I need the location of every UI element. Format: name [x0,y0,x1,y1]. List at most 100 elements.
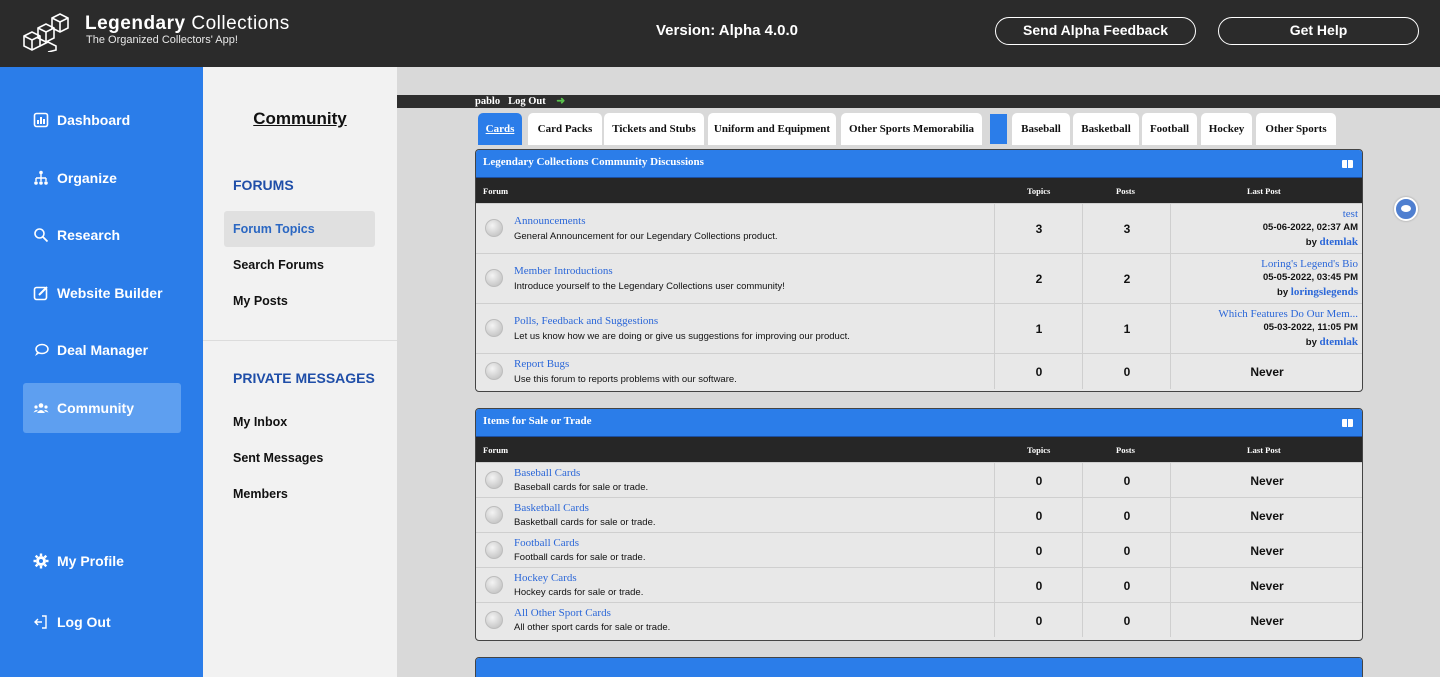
logout-link[interactable]: Log Out [23,597,181,647]
forum-status-icon [485,319,503,337]
topics-count: 3 [1035,222,1043,236]
forum-link[interactable]: Announcements [514,215,585,227]
forum-description: Introduce yourself to the Legendary Coll… [514,281,785,292]
user-bar: pablo Log Out ➜ [397,95,1440,108]
gear-icon [33,553,49,569]
tab-other-sports[interactable]: Other Sports [1256,113,1336,145]
forum-link[interactable]: All Other Sport Cards [514,607,611,619]
posts-count: 0 [1123,365,1131,379]
forum-row: Basketball Cards Basketball cards for sa… [476,497,1362,532]
last-post-title-link[interactable]: Loring's Legend's Bio [1261,257,1358,271]
topics-count: 0 [1035,614,1043,628]
private-messages-heading: PRIVATE MESSAGES [233,370,375,386]
forum-link[interactable]: Baseball Cards [514,467,580,479]
divider [203,340,397,341]
tab-cards[interactable]: Cards [478,113,522,145]
forum-description: All other sport cards for sale or trade. [514,622,671,633]
sidebar-item-website-builder[interactable]: Website Builder [23,268,181,318]
tab-tickets-and-stubs[interactable]: Tickets and Stubs [604,113,704,145]
tab-other-sports-memorabilia[interactable]: Other Sports Memorabilia [841,113,982,145]
members-link[interactable]: Members [233,487,288,501]
top-bar: Legendary Collections The Organized Coll… [0,0,1440,67]
sidebar-item-organize[interactable]: Organize [23,153,181,203]
forum-topics-link[interactable]: Forum Topics [224,211,375,247]
chat-bubble-icon[interactable] [1394,197,1418,221]
forum-link[interactable]: Hockey Cards [514,572,577,584]
my-inbox-link[interactable]: My Inbox [233,415,287,429]
sidebar-item-dashboard[interactable]: Dashboard [23,95,181,145]
brand-title: Legendary Collections [85,13,290,34]
tab-baseball[interactable]: Baseball [1012,113,1070,145]
last-post-never: Never [1250,474,1284,488]
forum-row: Polls, Feedback and Suggestions Let us k… [476,303,1362,353]
last-post-title-link[interactable]: Which Features Do Our Mem... [1218,307,1358,321]
collapse-icon[interactable] [1342,160,1353,168]
sidebar-item-label: Dashboard [57,112,131,128]
last-post-user-link[interactable]: loringslegends [1291,286,1358,298]
forum-section-sale-trade: Items for Sale or Trade Forum Topics Pos… [475,408,1363,641]
last-post-never: Never [1250,365,1284,379]
forum-link[interactable]: Basketball Cards [514,502,589,514]
sidebar-item-label: Community [57,400,134,416]
section-title: Legendary Collections Community Discussi… [476,150,1362,178]
forum-link[interactable]: Polls, Feedback and Suggestions [514,315,658,327]
forums-heading: FORUMS [233,177,294,193]
sent-messages-link[interactable]: Sent Messages [233,451,323,465]
forum-description: Football cards for sale or trade. [514,552,646,563]
topics-count: 0 [1035,474,1043,488]
forum-description: Basketball cards for sale or trade. [514,517,656,528]
search-icon [34,228,49,243]
chat-icon [35,343,49,356]
tab-hockey[interactable]: Hockey [1201,113,1252,145]
collapse-icon[interactable] [1342,419,1353,427]
forum-row: Baseball Cards Baseball cards for sale o… [476,462,1362,497]
forum-description: General Announcement for our Legendary C… [514,231,778,242]
last-post: Loring's Legend's Bio 05-05-2022, 03:45 … [1261,257,1358,298]
dashboard-icon [33,112,49,128]
forum-status-icon [485,219,503,237]
last-post-never: Never [1250,614,1284,628]
forum-link[interactable]: Football Cards [514,537,579,549]
forum-status-icon [485,611,503,629]
forum-row: Report Bugs Use this forum to reports pr… [476,353,1362,389]
topics-count: 0 [1035,365,1043,379]
forum-link[interactable]: Report Bugs [514,358,569,370]
version-label: Version: Alpha 4.0.0 [656,22,798,39]
forum-description: Use this forum to reports problems with … [514,374,737,385]
tab-basketball[interactable]: Basketball [1073,113,1139,145]
forum-status-icon [485,471,503,489]
sidebar-item-deal-manager[interactable]: Deal Manager [23,325,181,375]
posts-count: 3 [1123,222,1131,236]
forum-status-icon [485,269,503,287]
posts-count: 0 [1123,474,1131,488]
username[interactable]: pablo [475,96,500,107]
my-posts-link[interactable]: My Posts [233,294,288,308]
last-post-never: Never [1250,544,1284,558]
last-post-date: 05-06-2022, 02:37 AM [1262,222,1358,233]
get-help-button[interactable]: Get Help [1218,17,1419,45]
column-header: Forum Topics Posts Last Post [476,178,1362,203]
sidebar-item-label: Website Builder [57,285,163,301]
forum-status-icon [485,576,503,594]
sidebar-item-label: Deal Manager [57,342,149,358]
forum-logout-link[interactable]: Log Out ➜ [508,96,573,107]
last-post-date: 05-03-2022, 11:05 PM [1263,322,1358,333]
forum-section-next [475,657,1363,677]
last-post-title-link[interactable]: test [1263,207,1358,221]
sidebar-item-research[interactable]: Research [23,210,181,260]
sidebar-item-community[interactable]: Community [23,383,181,433]
tab-uniform-and-equipment[interactable]: Uniform and Equipment [708,113,836,145]
forum-row: Announcements General Announcement for o… [476,203,1362,253]
search-forums-link[interactable]: Search Forums [233,258,324,272]
last-post-user-link[interactable]: dtemlak [1320,236,1359,248]
tab-football[interactable]: Football [1142,113,1197,145]
people-icon [33,403,49,413]
last-post-user-link[interactable]: dtemlak [1320,336,1359,348]
send-feedback-button[interactable]: Send Alpha Feedback [995,17,1196,45]
forum-status-icon [485,362,503,380]
forum-link[interactable]: Member Introductions [514,265,613,277]
sidebar-item-label: Research [57,227,121,243]
my-profile-link[interactable]: My Profile [23,536,181,586]
tab-card-packs[interactable]: Card Packs [528,113,602,145]
column-header: Forum Topics Posts Last Post [476,437,1362,462]
